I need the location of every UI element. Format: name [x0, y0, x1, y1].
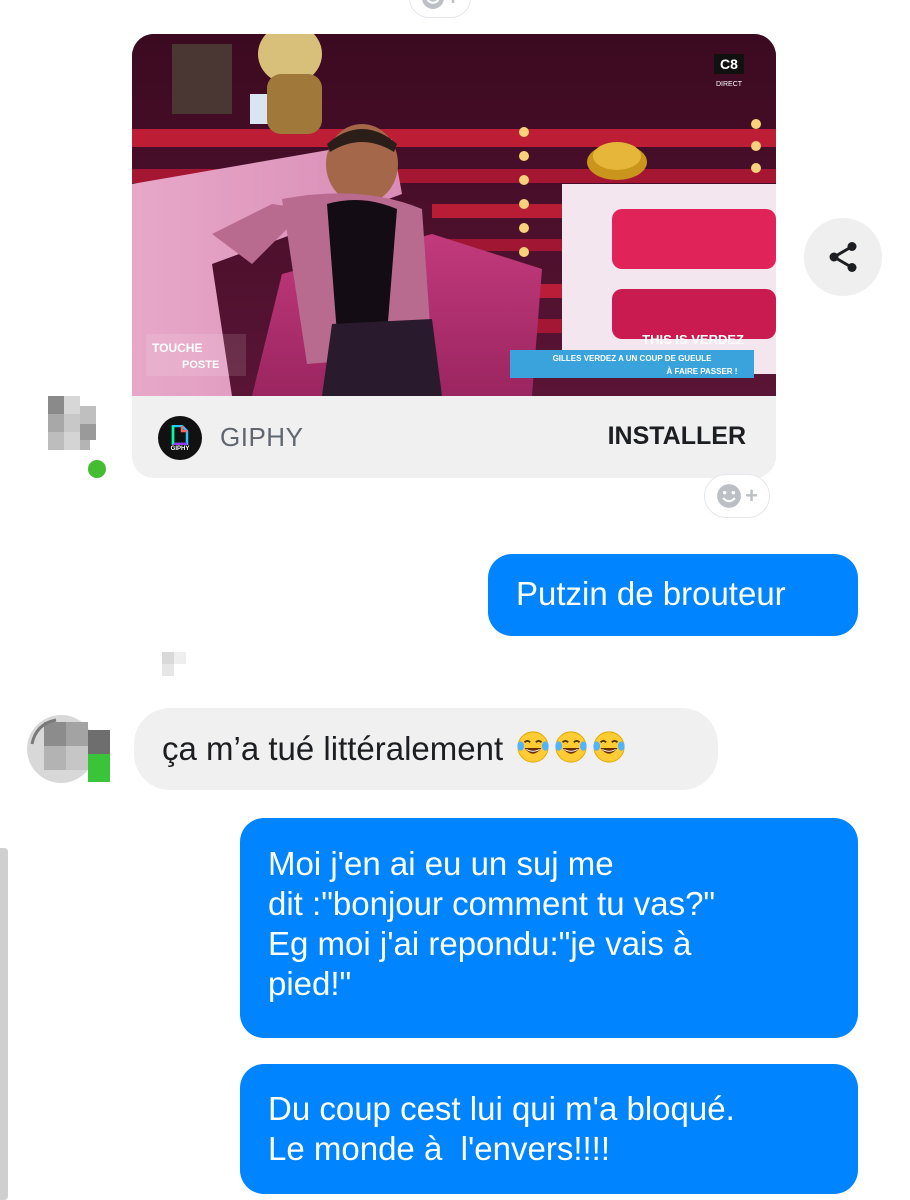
channel-logo: C8: [720, 56, 738, 72]
share-button[interactable]: [804, 218, 882, 296]
tears-of-joy-emoji: [517, 731, 549, 763]
read-receipt-avatar: [160, 650, 188, 678]
scrollbar[interactable]: [0, 848, 8, 1200]
gif-media[interactable]: C8 DIRECT TOUCHE POSTE THIS IS VERDEZ GI…: [132, 34, 776, 396]
message-line: Le monde à l'envers!!!!: [268, 1130, 610, 1167]
smiley-icon: [717, 484, 741, 508]
gif-provider-footer: GIPHY GIPHY INSTALLER: [132, 396, 776, 478]
banner-title: THIS IS VERDEZ: [642, 332, 744, 347]
banner-line1: GILLES VERDEZ A UN COUP DE GUEULE: [553, 354, 712, 363]
message-line: pied!": [268, 965, 352, 1002]
show-logo-line2: POSTE: [182, 359, 219, 371]
reaction-button-top[interactable]: +: [409, 0, 471, 18]
emoji-row: [512, 730, 626, 767]
message-text: Putzin de brouteur: [516, 575, 786, 612]
message-text: ça m’a tué littéralement: [162, 730, 504, 767]
message-line: Du coup cest lui qui m'a bloqué.: [268, 1090, 735, 1127]
giphy-logo-text: GIPHY: [170, 445, 190, 452]
install-button[interactable]: INSTALLER: [608, 422, 746, 451]
plus-icon: +: [447, 0, 460, 9]
channel-sub: DIRECT: [716, 81, 743, 88]
provider-name: GIPHY: [220, 422, 304, 452]
smiley-icon: [421, 0, 444, 9]
banner-line2: À FAIRE PASSER !: [667, 367, 738, 376]
gif-frame-image: C8 DIRECT TOUCHE POSTE THIS IS VERDEZ GI…: [132, 34, 776, 396]
message-line: Moi j'en ai eu un suj me: [268, 845, 614, 882]
sender-avatar[interactable]: [44, 392, 108, 464]
message-line: Eg moi j'ai repondu:"je vais à: [268, 925, 692, 962]
message-incoming[interactable]: ça m’a tué littéralement: [134, 708, 718, 790]
giphy-logo: GIPHY: [158, 416, 202, 460]
tears-of-joy-emoji: [593, 731, 625, 763]
message-outgoing[interactable]: Putzin de brouteur: [488, 554, 858, 636]
show-logo-line1: TOUCHE: [152, 341, 202, 355]
reaction-button[interactable]: +: [704, 474, 770, 518]
giphy-logo-icon: [171, 424, 189, 445]
online-status-dot: [86, 458, 108, 480]
plus-icon: +: [745, 483, 758, 508]
gif-attachment[interactable]: C8 DIRECT TOUCHE POSTE THIS IS VERDEZ GI…: [132, 34, 776, 478]
message-outgoing[interactable]: Moi j'en ai eu un suj me dit :"bonjour c…: [240, 818, 858, 1038]
share-icon: [829, 242, 857, 272]
sender-avatar[interactable]: [26, 714, 116, 784]
message-line: dit :"bonjour comment tu vas?": [268, 885, 716, 922]
avatar-image: [48, 396, 96, 450]
tears-of-joy-emoji: [555, 731, 587, 763]
avatar-image: [27, 715, 110, 783]
message-outgoing[interactable]: Du coup cest lui qui m'a bloqué. Le mond…: [240, 1064, 858, 1194]
